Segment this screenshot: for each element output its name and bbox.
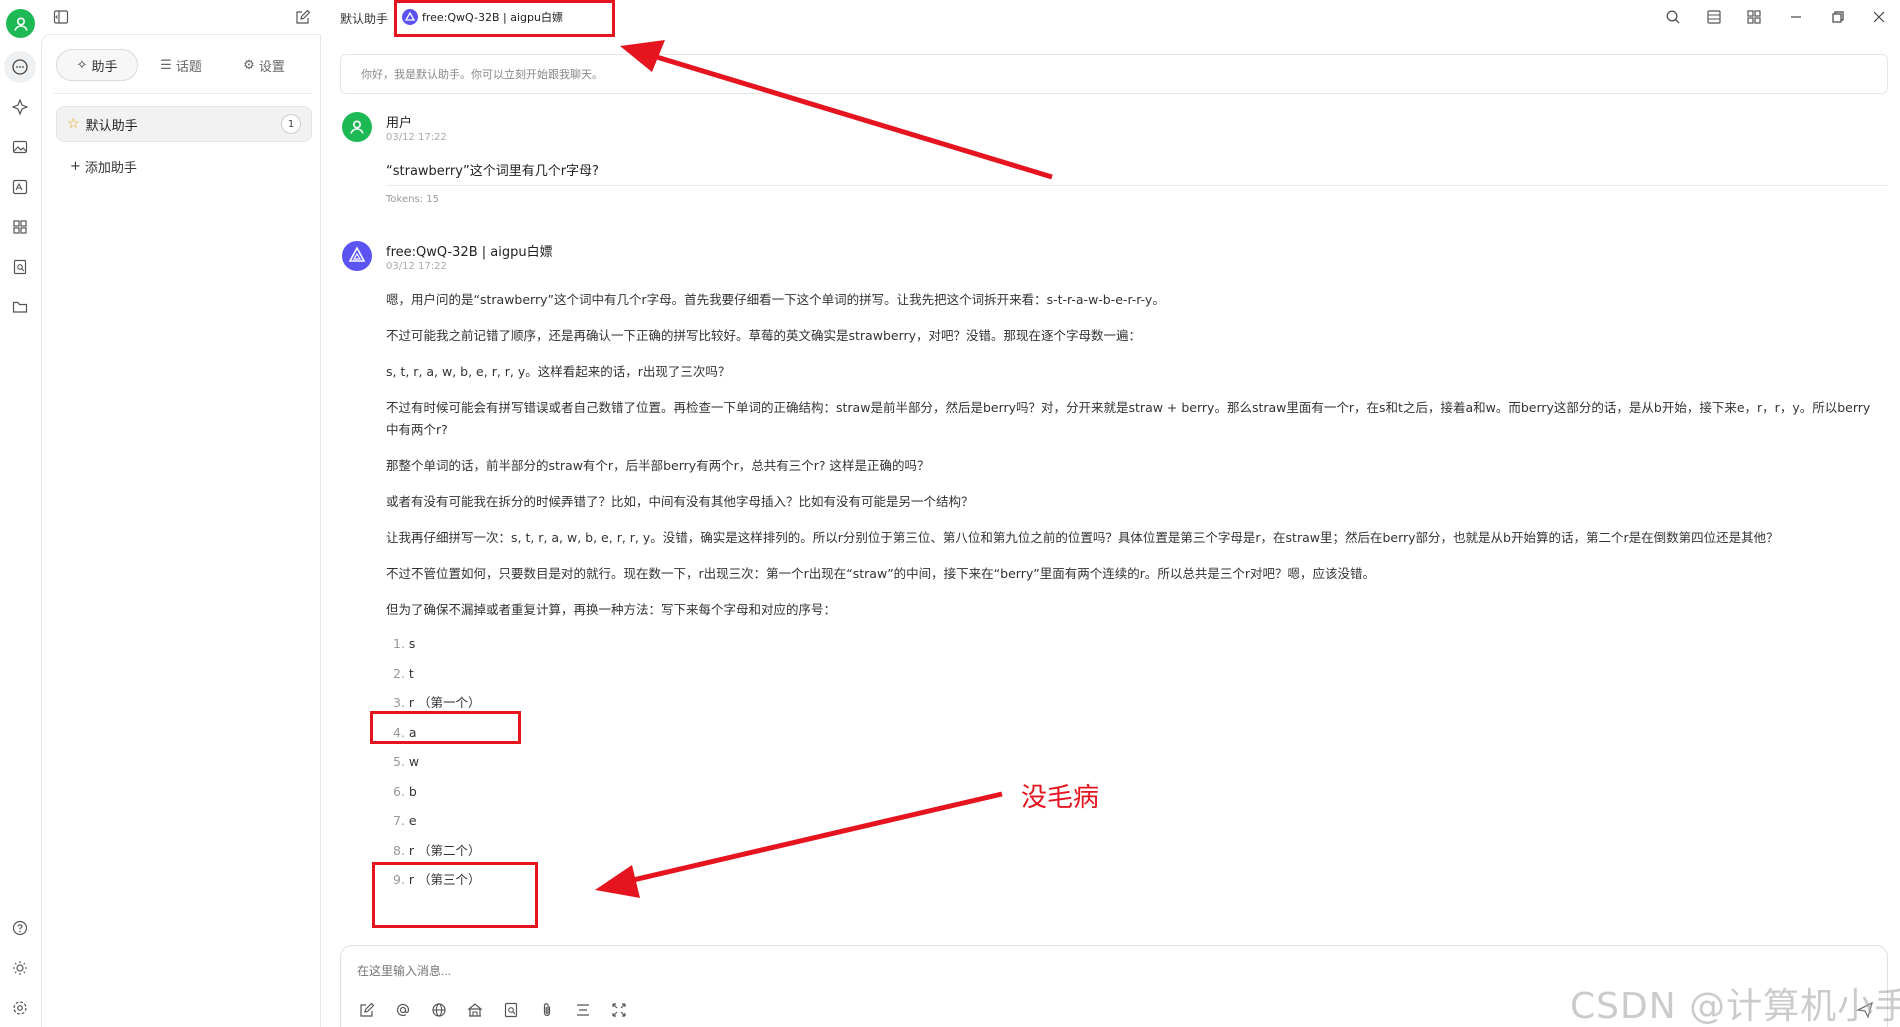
assistant-item-label: 默认助手: [85, 118, 138, 134]
toggle-sidebar-icon[interactable]: [51, 7, 71, 27]
welcome-message: 你好，我是默认助手。你可以立刻开始跟我聊天。: [340, 54, 1888, 94]
user-avatar[interactable]: [6, 9, 35, 38]
list-item: 2. t: [393, 665, 414, 681]
list-item: 1. s: [393, 636, 416, 651]
help-icon[interactable]: [8, 916, 32, 940]
star-icon: ☆: [67, 116, 80, 132]
clear-context-icon[interactable]: [573, 1000, 593, 1020]
message-paragraph: 那整个单词的话，前半部分的straw有个r，后半部berry有两个r，总共有三个…: [386, 458, 930, 473]
user-message-author: 用户: [386, 116, 413, 131]
apps-icon[interactable]: [8, 215, 32, 239]
list-item: 5. w: [393, 754, 420, 769]
plus-icon: +: [70, 159, 81, 174]
topic-count-badge: 1: [281, 114, 301, 134]
title-bar: 默认助手 free:QwQ-32B | aigpu白嫖: [41, 0, 1900, 34]
tab-settings-label: 设置: [258, 59, 285, 75]
message-paragraph: 不过可能我之前记错了顺序，还是再确认一下正确的拼写比较好。草莓的英文确实是str…: [386, 328, 1142, 343]
restore-icon[interactable]: [1828, 7, 1848, 27]
list-icon: ☰: [160, 57, 172, 73]
list-item: 7. e: [393, 813, 417, 828]
message-input[interactable]: [357, 964, 957, 978]
document-search-icon[interactable]: [501, 1000, 521, 1020]
annotation-note: 没毛病: [1021, 783, 1100, 813]
user-message-time: 03/12 17:22: [386, 132, 447, 143]
composer-toolbar: [357, 1000, 629, 1020]
expand-icon[interactable]: [609, 1000, 629, 1020]
message-paragraph: 嗯，用户问的是“strawberry”这个词中有几个r字母。首先我要仔细看一下这…: [386, 292, 1165, 307]
assistant-message-time: 03/12 17:22: [386, 261, 447, 272]
search-icon[interactable]: [1663, 7, 1683, 27]
close-icon[interactable]: [1869, 7, 1889, 27]
new-topic-icon[interactable]: [293, 7, 313, 27]
tab-assistants[interactable]: ✧ 助手: [56, 49, 138, 81]
user-message: 用户 03/12 17:22 “strawberry”这个词里有几个r字母? T…: [342, 112, 1888, 212]
message-divider: [386, 185, 1888, 186]
user-avatar-icon: [342, 112, 372, 142]
add-assistant-label: 添加助手: [84, 161, 137, 176]
image-icon[interactable]: [8, 135, 32, 159]
chat-icon[interactable]: [4, 51, 36, 83]
list-item: 8. r （第二个）: [393, 842, 481, 858]
watermark: CSDN @计算机小手: [1570, 986, 1900, 1027]
tab-assistants-label: 助手: [91, 59, 118, 75]
assistant-sidebar: ✧ 助手 ☰ 话题 ⚙ 设置 ☆ 默认助手 1 + 添加助手: [41, 34, 321, 1027]
add-assistant-button[interactable]: + 添加助手: [70, 157, 137, 176]
sidebar-divider: [54, 93, 312, 94]
tab-settings[interactable]: ⚙ 设置: [224, 49, 304, 81]
knowledge-icon[interactable]: [8, 255, 32, 279]
message-paragraph: s, t, r, a, w, b, e, r, r, y。这样看起来的话，r出现…: [386, 364, 731, 379]
settings-gear-icon[interactable]: [8, 996, 32, 1020]
mention-icon[interactable]: [393, 1000, 413, 1020]
attachment-icon[interactable]: [537, 1000, 557, 1020]
grid-icon[interactable]: [1744, 7, 1764, 27]
assistant-item-default[interactable]: ☆ 默认助手 1: [56, 106, 312, 142]
translate-icon[interactable]: [8, 175, 32, 199]
list-item: 6. b: [393, 783, 417, 799]
message-paragraph: 让我再仔细拼写一次：s, t, r, a, w, b, e, r, r, y。没…: [386, 530, 1779, 545]
tab-topics-label: 话题: [175, 59, 202, 75]
theme-icon[interactable]: [8, 956, 32, 980]
sparkle-icon[interactable]: [8, 95, 32, 119]
annotation-box-second-third-r: [372, 862, 538, 928]
tab-topics[interactable]: ☰ 话题: [138, 49, 224, 81]
list-item: 3. r （第一个）: [393, 695, 481, 710]
list-item: 9. r （第三个）: [393, 872, 481, 887]
new-topic-icon[interactable]: [357, 1000, 377, 1020]
minimize-icon[interactable]: [1786, 7, 1806, 27]
folder-icon[interactable]: [8, 295, 32, 319]
message-paragraph: 不过有时候可能会有拼写错误或者自己数错了位置。再检查一下单词的正确结构：stra…: [386, 400, 1871, 437]
assistant-message-body: 嗯，用户问的是“strawberry”这个词中有几个r字母。首先我要仔细看一下这…: [386, 289, 1876, 895]
sidebar-tabs: ✧ 助手 ☰ 话题 ⚙ 设置: [56, 49, 308, 81]
sparkle-icon: ✧: [76, 57, 88, 73]
chat-area: 你好，我是默认助手。你可以立刻开始跟我聊天。 用户 03/12 17:22 “s…: [322, 34, 1900, 1027]
message-paragraph: 但为了确保不漏掉或者重复计算，再换一种方法：写下来每个字母和对应的序号：: [386, 602, 837, 617]
user-message-text: “strawberry”这个词里有几个r字母?: [386, 164, 599, 179]
token-count: Tokens: 15: [386, 194, 439, 205]
message-paragraph: 或者有没有可能我在拆分的时候弄错了？比如，中间有没有其他字母插入？比如有没有可能…: [386, 494, 974, 509]
list-item: 4. a: [393, 724, 417, 740]
layout-icon[interactable]: [1704, 7, 1724, 27]
message-paragraph: 不过不管位置如何，只要数目是对的就行。现在数一下，r出现三次：第一个r出现在“s…: [386, 566, 1375, 581]
web-search-icon[interactable]: [429, 1000, 449, 1020]
model-avatar-icon: [342, 241, 372, 271]
letter-list: 1. s 2. t 3. r （第一个） 4. a 5. w 6. b 7. e…: [386, 629, 1876, 895]
current-assistant-name: 默认助手: [340, 12, 389, 26]
icon-rail: [0, 0, 41, 1027]
annotation-box-model: [394, 0, 615, 37]
annotation-box-first-r: [370, 711, 521, 744]
knowledge-base-icon[interactable]: [465, 1000, 485, 1020]
assistant-message-author: free:QwQ-32B | aigpu白嫖: [386, 245, 553, 260]
gear-icon: ⚙: [243, 57, 255, 73]
